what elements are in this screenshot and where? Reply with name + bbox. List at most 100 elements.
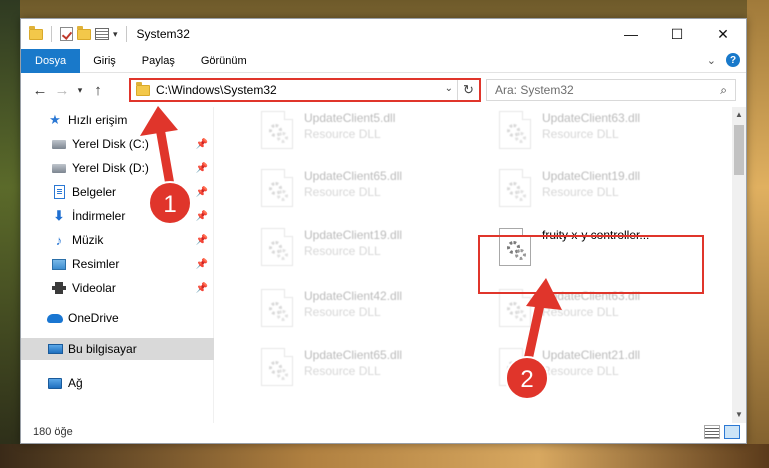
chevron-down-icon[interactable]: ⌄ bbox=[445, 83, 453, 94]
tiles-view-icon[interactable] bbox=[724, 425, 740, 439]
details-view-icon[interactable] bbox=[704, 425, 720, 439]
file-type: Resource DLL bbox=[304, 127, 381, 141]
pictures-icon bbox=[52, 258, 66, 270]
file-item[interactable]: UpdateClient63.dll Resource DLL bbox=[495, 107, 720, 159]
folder-icon bbox=[136, 81, 150, 96]
file-type: Resource DLL bbox=[542, 305, 619, 319]
ribbon-tabs: Dosya Giriş Paylaş Görünüm ⌄ ? bbox=[21, 48, 746, 73]
address-path: C:\Windows\System32 bbox=[156, 83, 277, 97]
file-item[interactable]: UpdateClient21.dll Resource DLL bbox=[495, 344, 720, 396]
documents-icon bbox=[53, 185, 65, 199]
sidebar-item-videos[interactable]: Videolar 📌 bbox=[21, 277, 214, 299]
sidebar-item-music[interactable]: ♪ Müzik 📌 bbox=[21, 229, 214, 251]
sidebar-item-label: Müzik bbox=[72, 233, 104, 247]
pin-icon[interactable]: 📌 bbox=[196, 235, 208, 246]
scroll-thumb[interactable] bbox=[734, 125, 744, 175]
tab-giris[interactable]: Giriş bbox=[80, 49, 129, 73]
drive-icon bbox=[52, 163, 66, 173]
tab-dosya[interactable]: Dosya bbox=[21, 48, 81, 73]
sidebar-item-quick-access[interactable]: ★ Hızlı erişim bbox=[21, 109, 214, 131]
pin-icon[interactable]: 📌 bbox=[196, 211, 208, 222]
videos-icon bbox=[52, 282, 66, 294]
dll-file-icon bbox=[499, 169, 531, 207]
navigation-pane: ★ Hızlı erişim Yerel Disk (C:) 📌 Yerel D… bbox=[21, 107, 214, 423]
pin-icon[interactable]: 📌 bbox=[196, 187, 208, 198]
sidebar-item-label: Resimler bbox=[72, 257, 120, 271]
pin-icon[interactable]: 📌 bbox=[196, 283, 208, 294]
sidebar-item-this-pc[interactable]: Bu bilgisayar bbox=[21, 338, 214, 360]
address-row: ← → ▾ ↑ C:\Windows\System32 ⌄ ↻ Ara: Sys… bbox=[21, 73, 746, 107]
file-name: UpdateClient5.dll bbox=[304, 111, 396, 125]
file-name: UpdateClient65.dll bbox=[304, 169, 403, 183]
forward-icon[interactable]: → bbox=[51, 82, 73, 99]
sidebar-item-label: Ağ bbox=[68, 376, 83, 390]
search-input[interactable]: Ara: System32 ⌕ bbox=[486, 79, 736, 101]
divider bbox=[51, 26, 52, 42]
sidebar-item-network[interactable]: Ağ bbox=[21, 372, 214, 394]
file-item[interactable]: UpdateClient65.dll Resource DLL bbox=[257, 165, 482, 217]
sidebar-item-label: OneDrive bbox=[68, 311, 119, 325]
explorer-window: ▾ System32 — ☐ ✕ Dosya Giriş Paylaş Görü… bbox=[20, 18, 747, 444]
scroll-up-icon[interactable]: ▲ bbox=[732, 107, 746, 123]
computer-icon bbox=[47, 344, 63, 354]
properties-check-icon[interactable] bbox=[60, 27, 73, 41]
maximize-button[interactable]: ☐ bbox=[654, 19, 700, 49]
file-item[interactable]: UpdateClient5.dll Resource DLL bbox=[257, 107, 482, 159]
divider bbox=[125, 26, 127, 42]
close-button[interactable]: ✕ bbox=[700, 19, 746, 49]
sidebar-item-onedrive[interactable]: OneDrive bbox=[21, 307, 214, 329]
pin-icon[interactable]: 📌 bbox=[196, 139, 208, 150]
status-bar: 180 öğe bbox=[21, 421, 746, 443]
file-type: Resource DLL bbox=[542, 127, 619, 141]
file-item[interactable]: UpdateClient19.dll Resource DLL bbox=[495, 165, 720, 217]
dll-file-icon bbox=[261, 111, 293, 149]
quick-access-toolbar: ▾ bbox=[21, 19, 131, 49]
file-item[interactable]: UpdateClient19.dll Resource DLL bbox=[257, 224, 482, 276]
file-name: UpdateClient21.dll bbox=[542, 348, 641, 362]
sidebar-item-local-disk-c[interactable]: Yerel Disk (C:) 📌 bbox=[21, 133, 214, 155]
address-bar[interactable]: C:\Windows\System32 ⌄ ↻ bbox=[129, 78, 481, 102]
dll-file-icon bbox=[261, 289, 293, 327]
up-icon[interactable]: ↑ bbox=[87, 82, 109, 99]
sidebar-item-documents[interactable]: Belgeler 📌 bbox=[21, 181, 214, 203]
refresh-icon[interactable]: ↻ bbox=[457, 80, 479, 100]
sidebar-item-label: Hızlı erişim bbox=[68, 113, 128, 127]
tab-gorunum[interactable]: Görünüm bbox=[188, 49, 260, 73]
new-folder-icon[interactable] bbox=[77, 25, 91, 40]
file-name: UpdateClient65.dll bbox=[304, 348, 403, 362]
sidebar-item-label: Videolar bbox=[72, 281, 116, 295]
vertical-scrollbar[interactable]: ▲ ▼ bbox=[732, 107, 746, 423]
dll-file-icon bbox=[261, 348, 293, 386]
minimize-button[interactable]: — bbox=[608, 19, 654, 49]
sidebar-item-local-disk-d[interactable]: Yerel Disk (D:) 📌 bbox=[21, 157, 214, 179]
file-item[interactable]: UpdateClient65.dll Resource DLL bbox=[257, 344, 482, 396]
tab-paylas[interactable]: Paylaş bbox=[129, 49, 188, 73]
file-name: UpdateClient63.dll bbox=[542, 111, 641, 125]
star-icon: ★ bbox=[49, 112, 61, 127]
help-icon[interactable]: ? bbox=[726, 53, 740, 67]
window-title: System32 bbox=[136, 27, 190, 41]
expand-ribbon-icon[interactable]: ⌄ bbox=[707, 54, 716, 67]
file-item[interactable]: UpdateClient42.dll Resource DLL bbox=[257, 285, 482, 337]
folder-icon bbox=[29, 25, 43, 40]
chevron-down-icon[interactable]: ▾ bbox=[113, 29, 118, 40]
item-count: 180 öğe bbox=[33, 426, 73, 438]
pin-icon[interactable]: 📌 bbox=[196, 163, 208, 174]
sidebar-item-downloads[interactable]: ⬇ İndirmeler 📌 bbox=[21, 205, 214, 227]
sidebar-item-label: Bu bilgisayar bbox=[68, 342, 137, 356]
pin-icon[interactable]: 📌 bbox=[196, 259, 208, 270]
highlighted-file-box bbox=[478, 235, 704, 294]
dll-file-icon bbox=[499, 111, 531, 149]
music-icon: ♪ bbox=[55, 232, 63, 248]
file-type: Resource DLL bbox=[542, 185, 619, 199]
recent-locations-icon[interactable]: ▾ bbox=[73, 85, 87, 96]
sidebar-item-label: İndirmeler bbox=[72, 209, 126, 223]
search-icon[interactable]: ⌕ bbox=[720, 83, 727, 98]
sidebar-item-pictures[interactable]: Resimler 📌 bbox=[21, 253, 214, 275]
dll-file-icon bbox=[499, 289, 531, 327]
dll-file-icon bbox=[261, 169, 293, 207]
view-options-icon[interactable] bbox=[95, 28, 109, 40]
back-icon[interactable]: ← bbox=[29, 82, 51, 99]
file-type: Resource DLL bbox=[304, 244, 381, 258]
network-icon bbox=[48, 377, 62, 389]
